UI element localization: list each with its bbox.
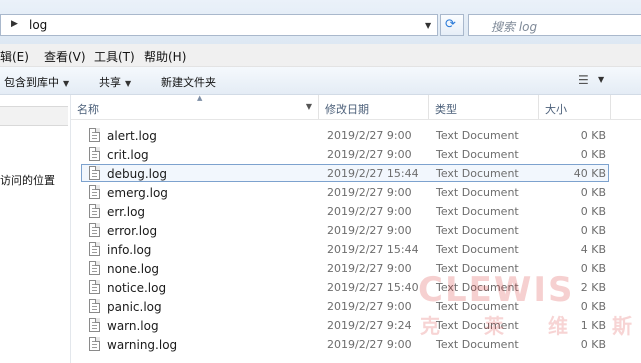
address-path[interactable]: log xyxy=(29,18,47,32)
share-label: 共享 xyxy=(99,76,121,89)
file-size: 0 KB xyxy=(580,129,606,142)
text-file-icon xyxy=(89,318,100,332)
file-name: none.log xyxy=(107,262,160,276)
address-dropdown-icon[interactable]: ▼ xyxy=(425,21,431,30)
column-date[interactable]: 修改日期 xyxy=(319,95,429,119)
sort-ascending-icon: ▲ xyxy=(197,94,203,102)
menu-tools[interactable]: 工具(T) xyxy=(94,48,135,65)
chevron-down-icon: ▼ xyxy=(125,79,132,88)
refresh-button[interactable]: ⟳ xyxy=(440,14,464,36)
file-size: 0 KB xyxy=(580,338,606,351)
file-row[interactable]: error.log 2019/2/27 9:00 Text Document 0… xyxy=(71,221,611,240)
column-type[interactable]: 类型 xyxy=(429,95,539,119)
file-type: Text Document xyxy=(436,224,519,237)
text-file-icon xyxy=(89,128,100,142)
new-folder-button[interactable]: 新建文件夹 xyxy=(161,74,216,90)
chevron-down-icon[interactable]: ▼ xyxy=(306,102,312,111)
file-date: 2019/2/27 9:00 xyxy=(327,300,412,313)
file-name: crit.log xyxy=(107,148,149,162)
text-file-icon xyxy=(89,147,100,161)
file-name: notice.log xyxy=(107,281,167,295)
chevron-down-icon: ▼ xyxy=(63,79,70,88)
file-size: 40 KB xyxy=(573,167,606,180)
menu-help[interactable]: 帮助(H) xyxy=(144,48,186,65)
text-file-icon xyxy=(89,204,100,218)
text-file-icon xyxy=(89,337,100,351)
text-file-icon xyxy=(89,299,100,313)
file-date: 2019/2/27 9:24 xyxy=(327,319,412,332)
column-header-row: 名称 ▲ ▼ 修改日期 类型 大小 xyxy=(71,94,641,120)
file-type: Text Document xyxy=(436,243,519,256)
file-date: 2019/2/27 9:00 xyxy=(327,205,412,218)
file-row[interactable]: emerg.log 2019/2/27 9:00 Text Document 0… xyxy=(71,183,611,202)
file-date: 2019/2/27 15:44 xyxy=(327,243,419,256)
address-row: ▶ log ▼ ⟳ 搜索 log xyxy=(0,0,641,44)
column-name-label: 名称 xyxy=(77,103,99,116)
refresh-icon: ⟳ xyxy=(445,17,456,32)
file-name: warn.log xyxy=(107,319,159,333)
file-row[interactable]: crit.log 2019/2/27 9:00 Text Document 0 … xyxy=(71,145,611,164)
file-row[interactable]: info.log 2019/2/27 15:44 Text Document 4… xyxy=(71,240,611,259)
file-date: 2019/2/27 9:00 xyxy=(327,129,412,142)
menu-bar: 编辑(E) 查看(V) 工具(T) 帮助(H) xyxy=(0,44,641,67)
file-type: Text Document xyxy=(436,205,519,218)
file-name: error.log xyxy=(107,224,158,238)
file-name: emerg.log xyxy=(107,186,168,200)
watermark-chinese: 克莱维斯 xyxy=(420,314,632,338)
view-options-icon[interactable]: ☰ xyxy=(578,73,589,87)
file-name: debug.log xyxy=(107,167,167,181)
text-file-icon xyxy=(89,242,100,256)
address-bar[interactable]: ▶ log ▼ xyxy=(0,14,438,36)
nav-item-recent-places[interactable]: 访问的位置 xyxy=(0,172,55,188)
file-date: 2019/2/27 9:00 xyxy=(327,224,412,237)
watermark-logo: CLEWIS xyxy=(418,270,575,310)
file-row-selected[interactable]: debug.log 2019/2/27 15:44 Text Document … xyxy=(71,164,611,183)
file-type: Text Document xyxy=(436,186,519,199)
file-date: 2019/2/27 15:40 xyxy=(327,281,419,294)
breadcrumb-arrow-icon[interactable]: ▶ xyxy=(11,19,18,29)
file-type: Text Document xyxy=(436,129,519,142)
file-row[interactable]: err.log 2019/2/27 9:00 Text Document 0 K… xyxy=(71,202,611,221)
text-file-icon xyxy=(89,185,100,199)
file-name: err.log xyxy=(107,205,146,219)
file-name: alert.log xyxy=(107,129,157,143)
menu-edit[interactable]: 编辑(E) xyxy=(0,48,29,65)
text-file-icon xyxy=(89,280,100,294)
column-date-label: 修改日期 xyxy=(325,103,369,116)
file-size: 0 KB xyxy=(580,205,606,218)
include-in-library-label: 包含到库中 xyxy=(4,76,59,89)
file-name: warning.log xyxy=(107,338,178,352)
file-date: 2019/2/27 15:44 xyxy=(327,167,419,180)
menu-view[interactable]: 查看(V) xyxy=(44,48,86,65)
file-size: 4 KB xyxy=(580,243,606,256)
navigation-pane: 访问的位置 xyxy=(0,95,71,363)
file-name: panic.log xyxy=(107,300,162,314)
file-size: 0 KB xyxy=(580,186,606,199)
file-date: 2019/2/27 9:00 xyxy=(327,262,412,275)
column-name[interactable]: 名称 ▲ ▼ xyxy=(71,94,319,119)
file-date: 2019/2/27 9:00 xyxy=(327,338,412,351)
file-type: Text Document xyxy=(436,167,519,180)
search-input[interactable]: 搜索 log xyxy=(468,14,641,36)
file-size: 0 KB xyxy=(580,148,606,161)
include-in-library-button[interactable]: 包含到库中 ▼ xyxy=(4,74,69,90)
file-size: 0 KB xyxy=(580,224,606,237)
share-button[interactable]: 共享 ▼ xyxy=(99,74,131,90)
file-name: info.log xyxy=(107,243,152,257)
file-type: Text Document xyxy=(436,338,519,351)
text-file-icon xyxy=(89,223,100,237)
column-type-label: 类型 xyxy=(435,103,457,116)
file-date: 2019/2/27 9:00 xyxy=(327,148,412,161)
file-type: Text Document xyxy=(436,148,519,161)
chevron-down-icon[interactable]: ▼ xyxy=(598,75,604,84)
text-file-icon xyxy=(89,261,100,275)
column-size-label: 大小 xyxy=(545,103,567,116)
file-row[interactable]: alert.log 2019/2/27 9:00 Text Document 0… xyxy=(71,126,611,145)
column-size[interactable]: 大小 xyxy=(539,95,611,119)
nav-selected-item[interactable] xyxy=(0,106,68,126)
file-date: 2019/2/27 9:00 xyxy=(327,186,412,199)
command-toolbar: 包含到库中 ▼ 共享 ▼ 新建文件夹 ☰ ▼ xyxy=(0,67,641,95)
text-file-icon xyxy=(89,166,100,180)
search-placeholder: 搜索 log xyxy=(491,20,538,34)
